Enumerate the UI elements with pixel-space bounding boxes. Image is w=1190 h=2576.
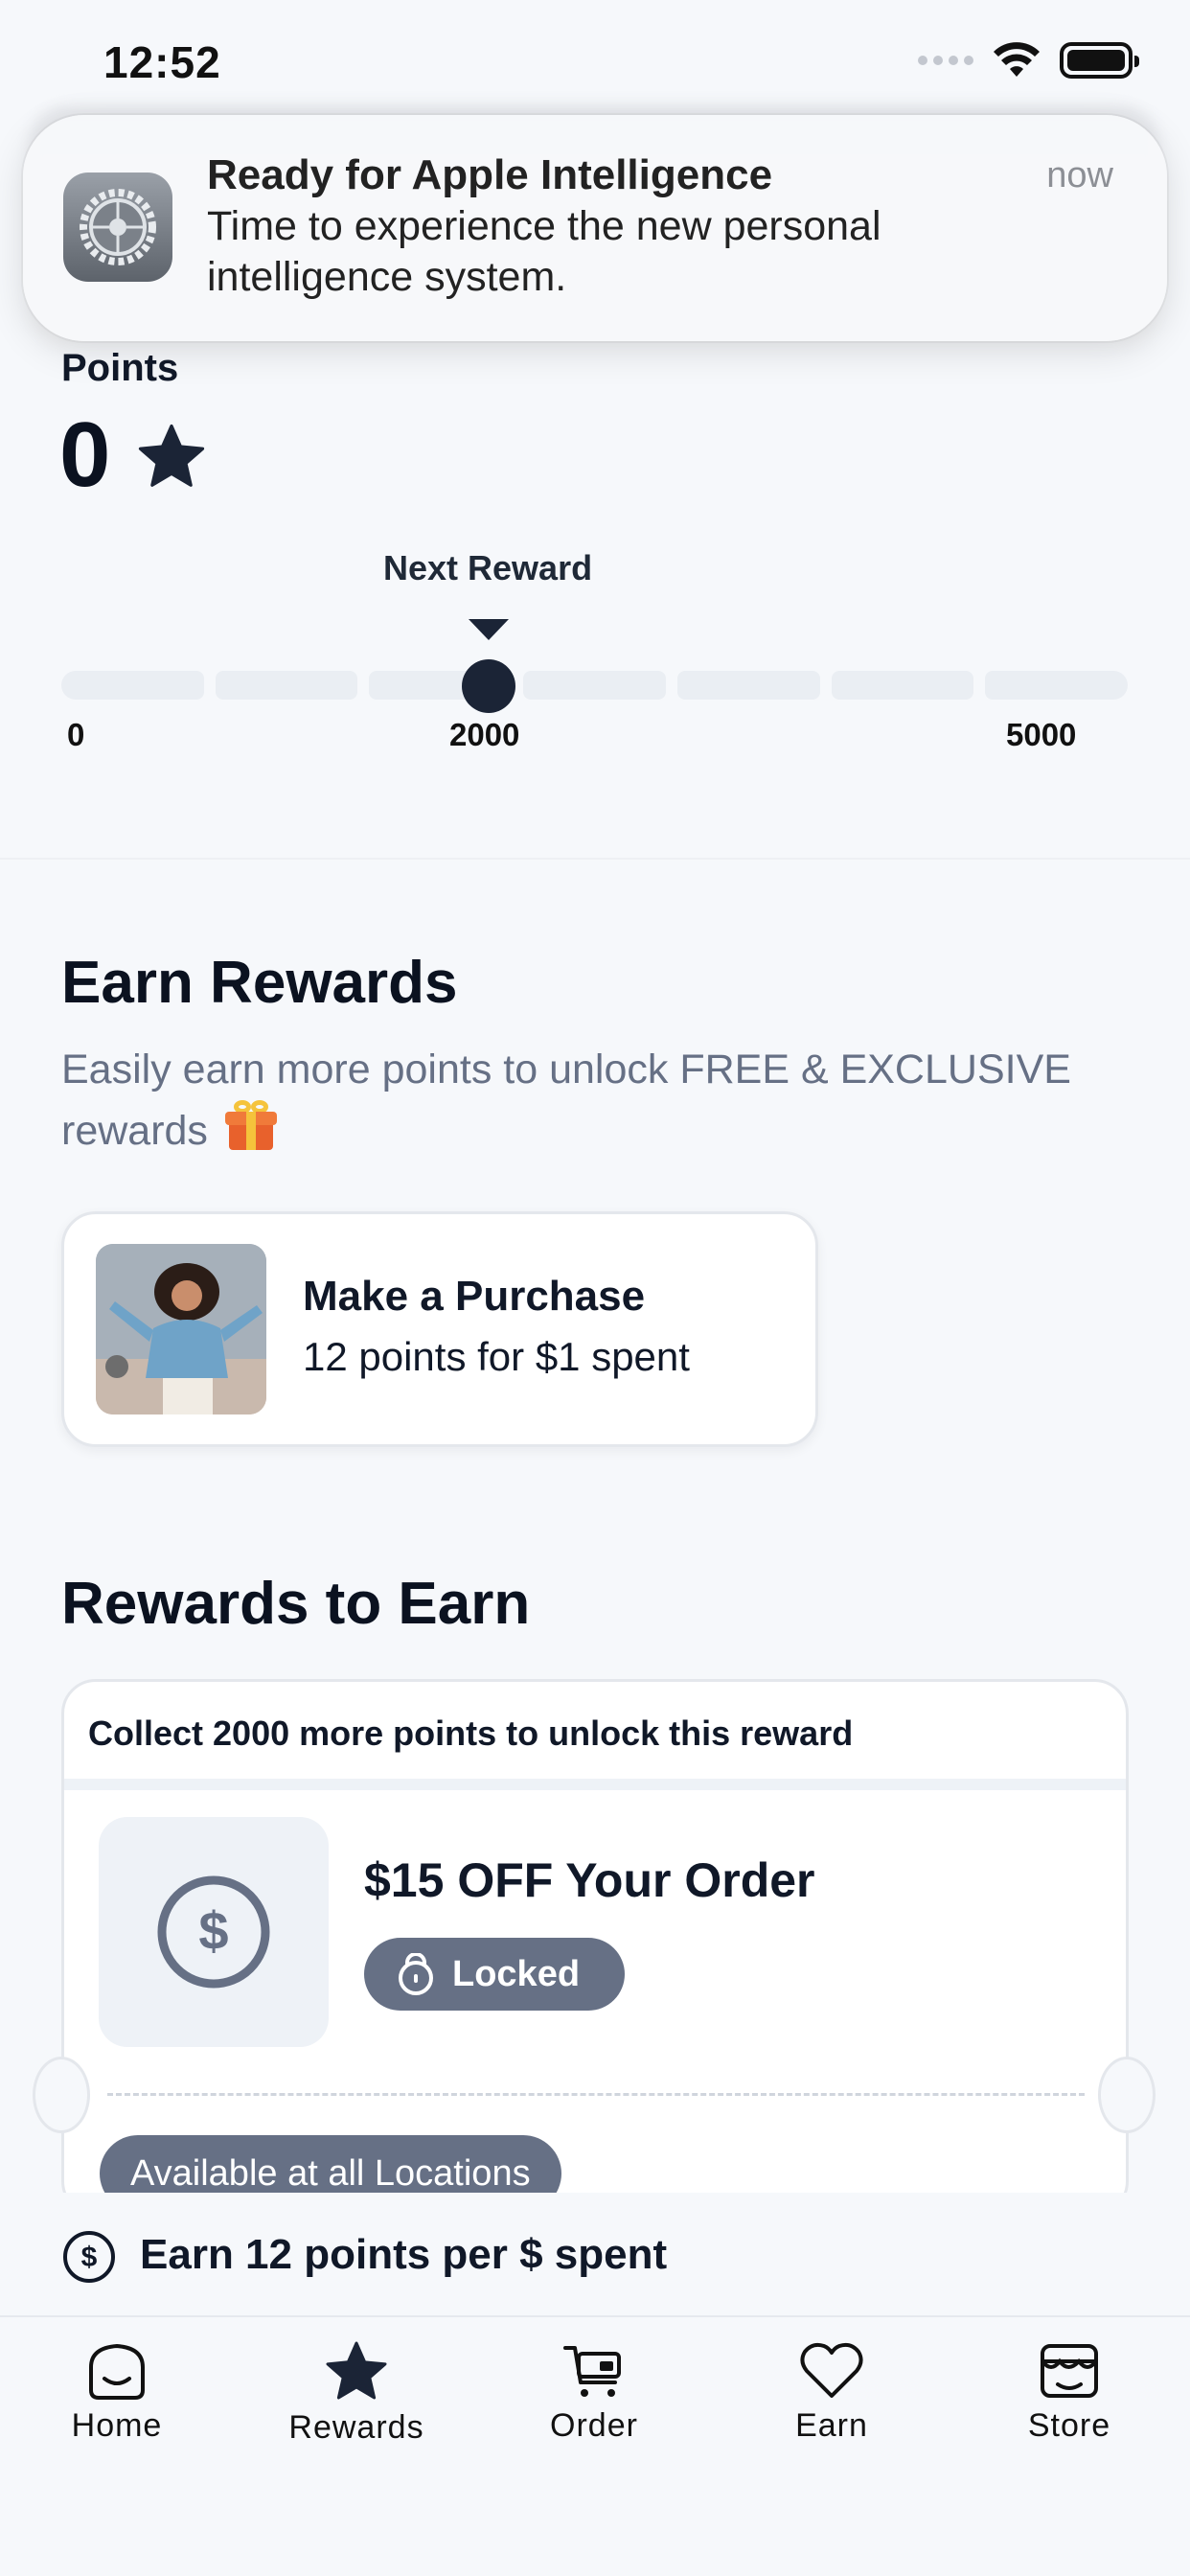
store-icon: [1041, 2344, 1098, 2398]
tab-store-label: Store: [1027, 2407, 1111, 2444]
earn-rewards-title: Earn Rewards: [61, 950, 458, 1016]
cellular-signal-icon: [918, 56, 973, 65]
svg-text:$: $: [81, 2242, 98, 2273]
ticket-perforation: [107, 2093, 1085, 2096]
reward-card-header-divider: [64, 1779, 1126, 1790]
settings-gear-icon: [63, 172, 172, 282]
notification-time: now: [1046, 155, 1113, 196]
earn-rewards-subtitle-text: Easily earn more points to unlock FREE &…: [61, 1046, 1071, 1154]
notification-banner[interactable]: Ready for Apple Intelligence Time to exp…: [23, 115, 1167, 341]
locked-badge: Locked: [364, 1938, 625, 2011]
progress-knob: [462, 659, 515, 713]
purchase-photo: [96, 1244, 266, 1414]
reward-icon-box: $: [99, 1817, 329, 2047]
lock-icon: [399, 1953, 433, 1995]
tab-rewards[interactable]: Rewards: [261, 2340, 452, 2447]
ticket-notch-left: [33, 2057, 90, 2133]
next-reward-label: Next Reward: [383, 548, 593, 587]
locked-label: Locked: [452, 1953, 581, 1994]
tab-home[interactable]: Home: [21, 2340, 213, 2445]
next-reward-marker: [469, 619, 509, 640]
reward-card-header: Collect 2000 more points to unlock this …: [88, 1714, 854, 1753]
make-purchase-title: Make a Purchase: [303, 1273, 646, 1320]
points-value: 0: [59, 403, 111, 506]
dollar-circle-icon: $: [157, 1875, 270, 1989]
points-progress-track: [61, 671, 1129, 700]
tab-order-label: Order: [550, 2407, 638, 2444]
tab-rewards-label: Rewards: [288, 2409, 424, 2446]
cart-icon: [563, 2346, 621, 2397]
section-divider: [0, 858, 1190, 860]
earn-points-text: Earn 12 points per $ spent: [140, 2231, 668, 2278]
tab-earn-label: Earn: [795, 2407, 868, 2444]
tab-store[interactable]: Store: [973, 2340, 1165, 2445]
svg-text:$: $: [198, 1900, 228, 1961]
tab-home-label: Home: [71, 2407, 163, 2444]
gift-icon: [224, 1100, 277, 1152]
notification-title: Ready for Apple Intelligence: [207, 151, 773, 198]
star-icon: [326, 2341, 387, 2400]
wifi-icon: [994, 42, 1040, 77]
points-label: Points: [61, 347, 179, 389]
star-icon: [138, 424, 205, 487]
status-indicators: [918, 42, 1139, 79]
earn-rewards-subtitle: Easily earn more points to unlock FREE &…: [61, 1040, 1134, 1162]
heart-icon: [800, 2342, 863, 2398]
home-icon: [89, 2343, 145, 2400]
reward-title: $15 OFF Your Order: [364, 1853, 815, 1907]
progress-tick-next: 2000: [449, 717, 520, 752]
status-time: 12:52: [103, 37, 221, 87]
tab-earn[interactable]: Earn: [736, 2340, 927, 2445]
progress-tick-max: 5000: [1006, 717, 1077, 752]
rewards-to-earn-title: Rewards to Earn: [61, 1571, 531, 1637]
notification-body: Time to experience the new personal inte…: [207, 203, 881, 300]
ticket-notch-right: [1098, 2057, 1156, 2133]
make-purchase-subtitle: 12 points for $1 spent: [303, 1334, 690, 1379]
tab-order[interactable]: Order: [498, 2340, 690, 2445]
dollar-circle-icon: $: [63, 2231, 115, 2283]
progress-tick-start: 0: [67, 717, 85, 752]
battery-icon: [1060, 42, 1139, 79]
